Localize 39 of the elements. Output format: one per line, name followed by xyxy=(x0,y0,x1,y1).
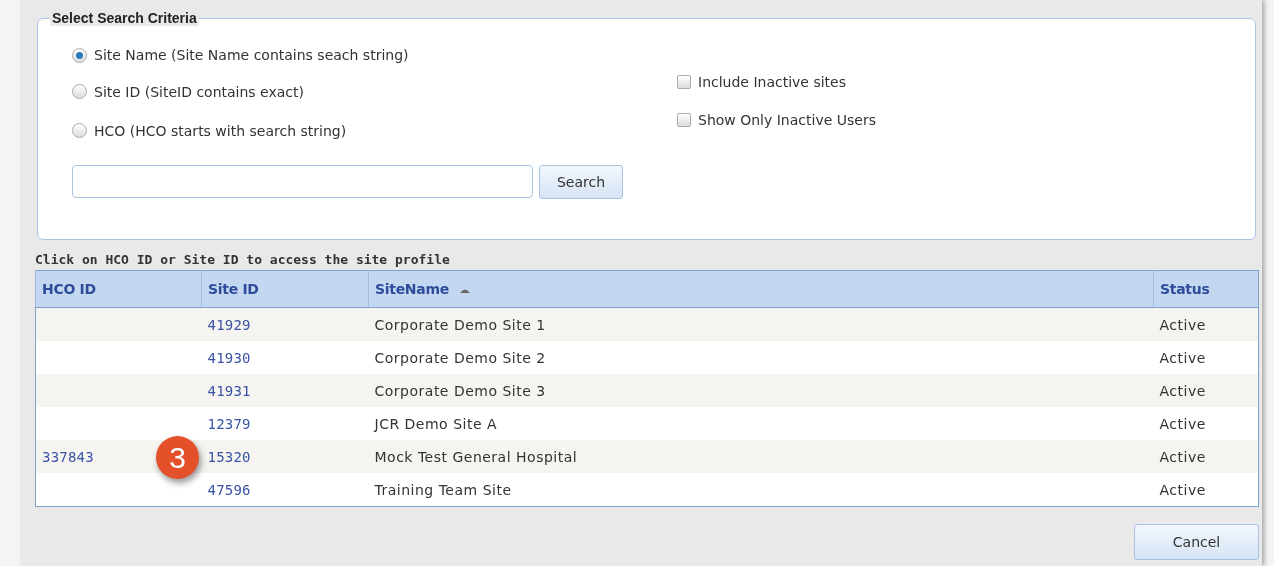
table-cell: Active xyxy=(1159,316,1206,333)
radio-button[interactable] xyxy=(72,123,87,138)
table-cell: Training Team Site xyxy=(374,481,512,498)
table-cell: Corporate Demo Site 2 xyxy=(374,349,546,366)
column-header[interactable]: SiteName xyxy=(368,270,1154,308)
hco-id-link[interactable]: 337843 xyxy=(42,448,94,465)
checkbox[interactable] xyxy=(677,113,691,127)
table-cell: Active xyxy=(1159,415,1206,432)
cancel-button[interactable]: Cancel xyxy=(1134,524,1259,560)
table-cell: Active xyxy=(1159,481,1206,498)
search-field[interactable] xyxy=(72,165,533,198)
column-header[interactable]: HCO ID xyxy=(35,270,202,308)
table-cell: Mock Test General Hospital xyxy=(374,448,578,465)
table-cell: Corporate Demo Site 3 xyxy=(374,382,546,399)
table-cell: Corporate Demo Site 1 xyxy=(374,316,546,333)
checkbox[interactable] xyxy=(677,75,691,89)
group-legend: Select Search Criteria xyxy=(50,10,199,26)
site-id-link[interactable]: 47596 xyxy=(207,481,251,498)
table-cell: Active xyxy=(1159,448,1206,465)
radio-button[interactable] xyxy=(72,84,87,99)
radio-label: Site ID (SiteID contains exact) xyxy=(94,83,304,100)
column-header[interactable]: Site ID xyxy=(201,270,369,308)
site-id-link[interactable]: 41931 xyxy=(207,382,251,399)
sort-ascending-icon xyxy=(458,287,471,294)
radio-label: HCO (HCO starts with search string) xyxy=(94,122,347,139)
radio-label: Site Name (Site Name contains seach string) xyxy=(94,47,409,63)
radio-button[interactable] xyxy=(72,47,87,63)
table-cell: Active xyxy=(1159,382,1206,399)
table-cell: JCR Demo Site A xyxy=(374,415,498,432)
table-cell: Active xyxy=(1159,349,1206,366)
site-id-link[interactable]: 41930 xyxy=(207,349,251,366)
instruction-text: Click on HCO ID or Site ID to access the site profile xyxy=(35,252,451,269)
checkbox-label: Show Only Inactive Users xyxy=(698,112,876,128)
column-header[interactable]: Status xyxy=(1153,270,1259,308)
site-id-link[interactable]: 41929 xyxy=(207,316,251,333)
site-id-link[interactable]: 15320 xyxy=(207,448,251,465)
checkbox-label: Include Inactive sites xyxy=(698,74,846,90)
search-button[interactable]: Search xyxy=(539,165,623,199)
site-id-link[interactable]: 12379 xyxy=(207,415,251,432)
